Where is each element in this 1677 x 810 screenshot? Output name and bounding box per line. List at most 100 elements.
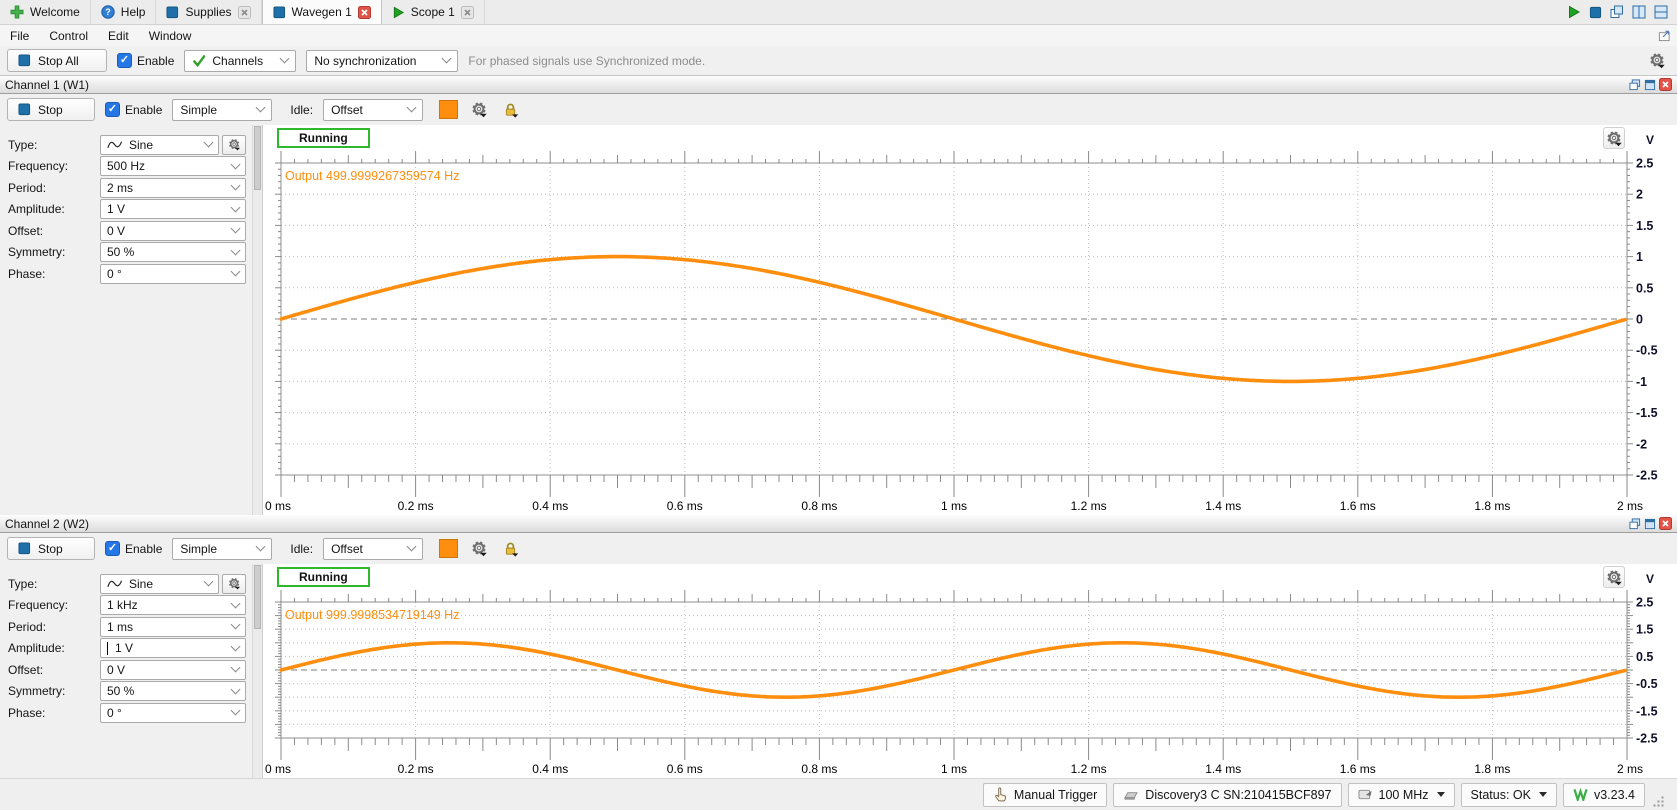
ch2-period-select[interactable]: 1 ms [100, 617, 246, 637]
channel2-header[interactable]: Channel 2 (W2) [0, 515, 1677, 533]
ch2-amplitude-select[interactable]: 1 V [100, 638, 246, 658]
tab-welcome[interactable]: Welcome [0, 0, 91, 24]
undock-icon[interactable] [1658, 29, 1677, 42]
manual-trigger-label: Manual Trigger [1014, 788, 1097, 802]
svg-text:-2.5: -2.5 [1636, 732, 1658, 746]
channel2-plot-gear-icon[interactable] [1603, 566, 1625, 588]
channel2-lock-icon[interactable] [500, 538, 522, 560]
svg-text:2.5: 2.5 [1636, 157, 1653, 171]
channel1-header[interactable]: Channel 1 (W1) [0, 76, 1677, 94]
device-button[interactable]: Discovery3 C SN:210415BCF897 [1113, 783, 1341, 807]
clock-frequency-button[interactable]: 100 MHz [1348, 783, 1455, 807]
ch1-amplitude-select[interactable]: 1 V [100, 199, 246, 219]
tab-scope-1[interactable]: Scope 1 [382, 0, 485, 24]
maximize-panel-icon[interactable] [1644, 79, 1656, 91]
ch2-symmetry-select[interactable]: 50 % [100, 681, 246, 701]
channel2-unit-label: V [1646, 572, 1654, 586]
channel1-lock-icon[interactable] [500, 99, 522, 121]
svg-text:-1.5: -1.5 [1636, 704, 1658, 718]
channel1-scrollbar[interactable] [252, 125, 263, 515]
channel2-enable-checkbox[interactable]: Enable [105, 541, 162, 556]
close-tab-icon[interactable] [461, 6, 474, 19]
synchronization-select[interactable]: No synchronization [306, 50, 458, 72]
restore-panel-icon[interactable] [1629, 79, 1641, 91]
svg-text:2 ms: 2 ms [1617, 499, 1643, 513]
channel2-mode-select[interactable]: Simple [172, 538, 272, 560]
channel2-enable-label: Enable [125, 542, 162, 556]
ch1-offset-select[interactable]: 0 V [100, 221, 246, 241]
master-enable-checkbox[interactable]: Enable [117, 53, 174, 68]
close-panel-icon[interactable] [1659, 78, 1672, 91]
ch1-phase-select[interactable]: 0 ° [100, 264, 246, 284]
field-label: Amplitude: [8, 641, 100, 655]
ch1-type-select[interactable]: Sine [100, 135, 219, 155]
ch2-frequency-select[interactable]: 1 kHz [100, 595, 246, 615]
ch1-period-select[interactable]: 2 ms [100, 178, 246, 198]
scope-run-icon [392, 6, 405, 19]
manual-trigger-button[interactable]: Manual Trigger [983, 783, 1107, 807]
channel2-scrollbar[interactable] [252, 564, 263, 778]
menu-file[interactable]: File [0, 25, 39, 46]
resize-grip-icon[interactable] [1653, 796, 1665, 808]
ch2-type-gear-icon[interactable] [222, 574, 246, 594]
channel2-idle-select[interactable]: Offset [323, 538, 423, 560]
tab-bar: Welcome?HelpSuppliesWavegen 1Scope 1 [0, 0, 1677, 25]
channel2-settings-gear-icon[interactable] [468, 538, 490, 560]
ch1-symmetry-row: Symmetry:50 % [8, 242, 246, 264]
stop-square-icon [18, 103, 31, 116]
version-button[interactable]: v3.23.4 [1563, 783, 1645, 807]
ch2-phase-select[interactable]: 0 ° [100, 703, 246, 723]
chevron-down-icon [407, 542, 417, 552]
close-panel-icon[interactable] [1659, 517, 1672, 530]
sync-hint-text: For phased signals use Synchronized mode… [468, 54, 705, 68]
field-value: 1 kHz [107, 598, 138, 612]
tab-help[interactable]: ?Help [91, 0, 157, 24]
svg-text:1 ms: 1 ms [941, 762, 967, 776]
close-tab-icon[interactable] [358, 6, 371, 19]
tab-wavegen-1[interactable]: Wavegen 1 [262, 0, 382, 24]
ch1-type-gear-icon[interactable] [222, 135, 246, 155]
svg-text:1.4 ms: 1.4 ms [1205, 762, 1241, 776]
field-label: Period: [8, 181, 100, 195]
menu-control[interactable]: Control [39, 25, 98, 46]
wavegen-chart-2[interactable]: 2.51.50.5-0.5-1.5-2.50 ms0.2 ms0.4 ms0.6… [263, 590, 1677, 778]
tab-supplies[interactable]: Supplies [156, 0, 261, 24]
channel2-stop-button[interactable]: Stop [7, 537, 95, 560]
menu-window[interactable]: Window [139, 25, 202, 46]
field-value: 0 ° [107, 267, 122, 281]
chevron-down-icon [442, 54, 452, 64]
channel1-settings-gear-icon[interactable] [468, 99, 490, 121]
ch1-frequency-row: Frequency:500 Hz [8, 156, 246, 178]
restore-panel-icon[interactable] [1629, 518, 1641, 530]
device-label: Discovery3 C SN:210415BCF897 [1145, 788, 1331, 802]
toolbar-settings-gear-icon[interactable] [1649, 52, 1670, 69]
stop-all-icon[interactable] [1589, 6, 1602, 19]
ch1-symmetry-select[interactable]: 50 % [100, 242, 246, 262]
ch2-type-select[interactable]: Sine [100, 574, 219, 594]
tile-windows-icon[interactable] [1632, 5, 1646, 19]
channel2-color-swatch[interactable] [439, 539, 458, 558]
status-ok-button[interactable]: Status: OK [1461, 783, 1557, 807]
channel1-stop-button[interactable]: Stop [7, 98, 95, 121]
workspace-settings-icon[interactable] [1654, 5, 1668, 19]
cascade-windows-icon[interactable] [1610, 5, 1624, 19]
svg-text:-1.5: -1.5 [1636, 406, 1658, 420]
channel1-color-swatch[interactable] [439, 100, 458, 119]
menu-edit[interactable]: Edit [98, 25, 139, 46]
ch2-offset-select[interactable]: 0 V [100, 660, 246, 680]
channels-select[interactable]: Channels [184, 50, 296, 72]
stop-all-button[interactable]: Stop All [7, 49, 107, 72]
wavegen-chart-1[interactable]: 2.521.510.50-0.5-1-1.5-2-2.50 ms0.2 ms0.… [263, 151, 1677, 515]
ch2-offset-row: Offset:0 V [8, 659, 246, 681]
channel1-enable-checkbox[interactable]: Enable [105, 102, 162, 117]
svg-text:0.2 ms: 0.2 ms [398, 499, 434, 513]
channel1-plot-gear-icon[interactable] [1603, 127, 1625, 149]
channel1-idle-select[interactable]: Offset [323, 99, 423, 121]
channel1-mode-select[interactable]: Simple [172, 99, 272, 121]
maximize-panel-icon[interactable] [1644, 518, 1656, 530]
scrollbar-thumb[interactable] [254, 126, 261, 190]
run-all-icon[interactable] [1567, 5, 1581, 19]
close-tab-icon[interactable] [238, 6, 251, 19]
ch1-frequency-select[interactable]: 500 Hz [100, 156, 246, 176]
scrollbar-thumb[interactable] [254, 565, 261, 629]
